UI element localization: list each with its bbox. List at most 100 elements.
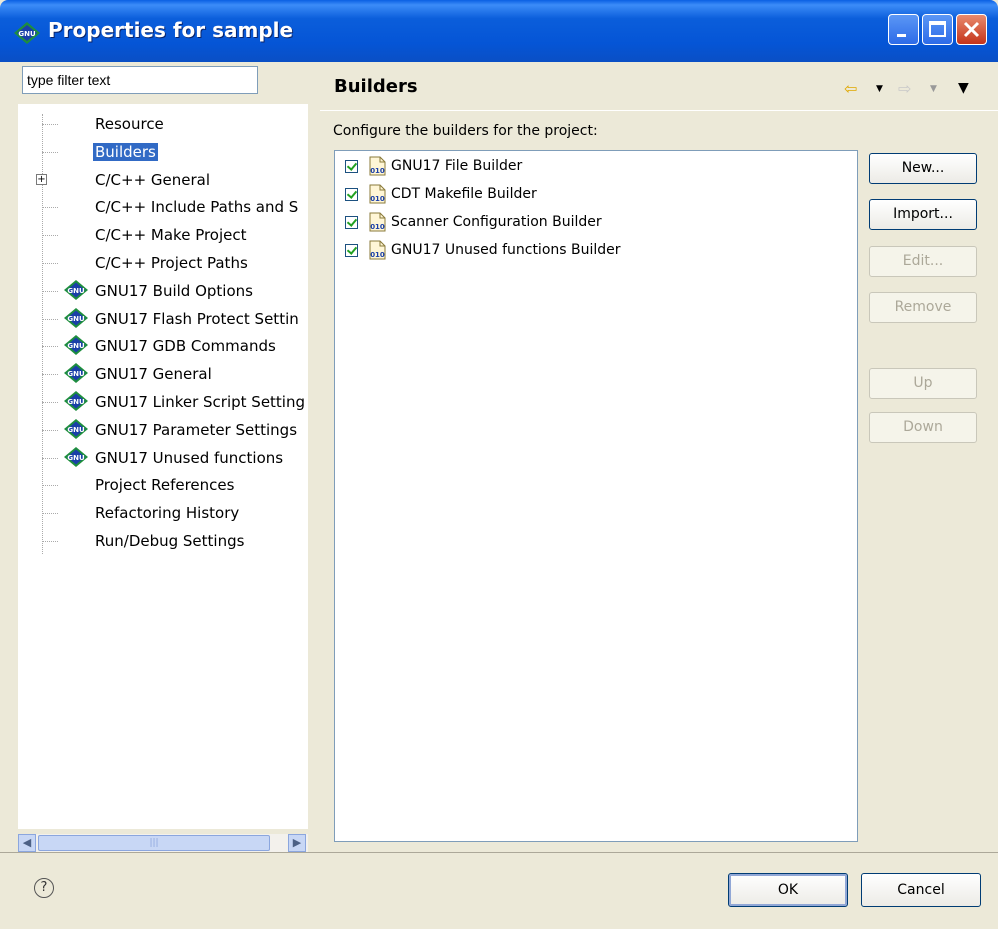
remove-button[interactable]: Remove (869, 292, 977, 323)
tree-connector (42, 374, 58, 376)
tree-item[interactable]: GNU GNU17 General (18, 362, 308, 388)
builder-label: CDT Makefile Builder (391, 186, 537, 202)
page-title: Builders (334, 76, 418, 97)
tree-connector (42, 402, 58, 403)
grip-icon: ||| (149, 838, 159, 848)
window-title: Properties for sample (48, 18, 294, 42)
tree-item-label: C/C++ Make Project (95, 226, 247, 245)
up-button[interactable]: Up (869, 368, 977, 399)
tree-item-label: C/C++ Include Paths and S (95, 198, 299, 217)
svg-text:GNU: GNU (67, 342, 85, 350)
tree-item[interactable]: GNU GNU17 Linker Script Setting (18, 390, 308, 416)
builder-checkbox[interactable] (345, 160, 358, 173)
binary-file-icon: 010 (367, 240, 388, 260)
tree-item[interactable]: GNU GNU17 Parameter Settings (18, 418, 308, 444)
close-icon (963, 21, 980, 38)
svg-text:010: 010 (370, 195, 385, 203)
filter-input[interactable] (22, 66, 258, 94)
builder-checkbox[interactable] (345, 216, 358, 229)
tree-connector (42, 485, 58, 487)
tree-connector (42, 457, 58, 459)
gnu-icon: GNU (14, 22, 40, 44)
svg-text:GNU: GNU (67, 454, 85, 462)
chevron-left-icon: ◀ (22, 836, 32, 849)
tree-connector (42, 318, 58, 320)
tree-item-label: Resource (95, 115, 164, 133)
tree-connector (42, 513, 58, 515)
tree-item-label: GNU17 Parameter Settings (95, 420, 298, 439)
tree-connector (42, 290, 58, 292)
forward-dropdown-icon: ▼ (930, 84, 937, 94)
tree-item-label: C/C++ General (95, 170, 211, 189)
svg-text:GNU: GNU (18, 30, 36, 38)
tree-item[interactable]: GNU GNU17 Unused functions (18, 446, 308, 472)
left-pane: Resource Builders + C/C++ General C/C++ Incl… (18, 62, 313, 852)
tree-item-label: GNU17 Build Options (95, 281, 253, 300)
svg-text:GNU: GNU (67, 287, 85, 295)
svg-text:GNU: GNU (67, 398, 85, 406)
tree-item[interactable]: + C/C++ General (18, 168, 308, 194)
cancel-button[interactable]: Cancel (861, 873, 981, 907)
title-bar[interactable]: GNU Properties for sample (0, 0, 998, 62)
gnu-icon: GNU (64, 363, 88, 384)
back-dropdown-icon[interactable]: ▼ (876, 84, 883, 94)
view-menu-icon[interactable]: ▼ (958, 80, 969, 96)
binary-file-icon: 010 (367, 212, 388, 232)
builder-checkbox[interactable] (345, 188, 358, 201)
svg-text:GNU: GNU (67, 426, 85, 434)
minimize-button[interactable] (888, 14, 919, 45)
tree-connector (42, 151, 58, 153)
builder-checkbox[interactable] (345, 244, 358, 257)
page-header: Builders ⇦ ▼ ⇨ ▼ ▼ (320, 62, 998, 108)
tree-item[interactable]: Run/Debug Settings (18, 529, 308, 555)
tree-item[interactable]: Resource (18, 112, 308, 138)
header-separator (320, 110, 998, 111)
tree-connector (42, 235, 58, 237)
scroll-thumb[interactable]: ||| (38, 835, 270, 851)
tree-item-label: Run/Debug Settings (95, 532, 245, 550)
edit-button[interactable]: Edit... (869, 246, 977, 277)
tree-item-label: Builders (93, 142, 158, 161)
minimize-icon (897, 34, 906, 37)
scroll-right-button[interactable]: ▶ (288, 834, 306, 852)
tree-connector (42, 263, 58, 264)
pane-sash[interactable] (315, 62, 318, 852)
properties-dialog: GNU Properties for sample Resource Builde… (0, 0, 998, 929)
tree-item[interactable]: Refactoring History (18, 501, 308, 527)
gnu-icon: GNU (64, 307, 88, 328)
tree-item[interactable]: C/C++ Project Paths (18, 251, 308, 277)
gnu-icon: GNU (64, 279, 88, 300)
tree-item[interactable]: Builders (18, 140, 308, 166)
tree-item[interactable]: Project References (18, 473, 308, 499)
tree-connector (42, 429, 58, 431)
tree-connector (42, 346, 58, 348)
down-button[interactable]: Down (869, 412, 977, 443)
scroll-left-button[interactable]: ◀ (18, 834, 36, 852)
property-tree[interactable]: Resource Builders + C/C++ General C/C++ Incl… (18, 104, 308, 829)
config-label: Configure the builders for the project: (333, 123, 598, 139)
expand-plus-icon[interactable]: + (36, 173, 47, 185)
tree-item[interactable]: GNU GNU17 Build Options (18, 279, 308, 305)
builder-label: Scanner Configuration Builder (391, 214, 602, 230)
close-button[interactable] (956, 14, 987, 45)
tree-item-label: GNU17 General (95, 365, 212, 384)
builder-list[interactable]: 010 GNU17 File Builder 010 CDT Makefile Bui… (334, 150, 858, 842)
back-arrow-icon[interactable]: ⇦ (844, 79, 857, 98)
svg-text:GNU: GNU (67, 315, 85, 323)
gnu-icon: GNU (64, 418, 88, 439)
help-icon[interactable]: ? (34, 878, 54, 898)
maximize-icon (929, 21, 946, 37)
svg-text:010: 010 (370, 167, 385, 175)
horizontal-scrollbar[interactable]: ◀ ||| ▶ (18, 834, 308, 852)
tree-item[interactable]: C/C++ Include Paths and S (18, 195, 308, 221)
import-button[interactable]: Import... (869, 199, 977, 230)
tree-item[interactable]: C/C++ Make Project (18, 223, 308, 249)
new-button[interactable]: New... (869, 153, 977, 184)
tree-item[interactable]: GNU GNU17 GDB Commands (18, 334, 308, 360)
tree-item-label: Project References (95, 476, 235, 495)
maximize-button[interactable] (922, 14, 953, 45)
builder-label: GNU17 Unused functions Builder (391, 242, 621, 258)
tree-item[interactable]: GNU GNU17 Flash Protect Settin (18, 307, 308, 333)
ok-button[interactable]: OK (728, 873, 848, 907)
forward-arrow-icon: ⇨ (898, 79, 912, 98)
